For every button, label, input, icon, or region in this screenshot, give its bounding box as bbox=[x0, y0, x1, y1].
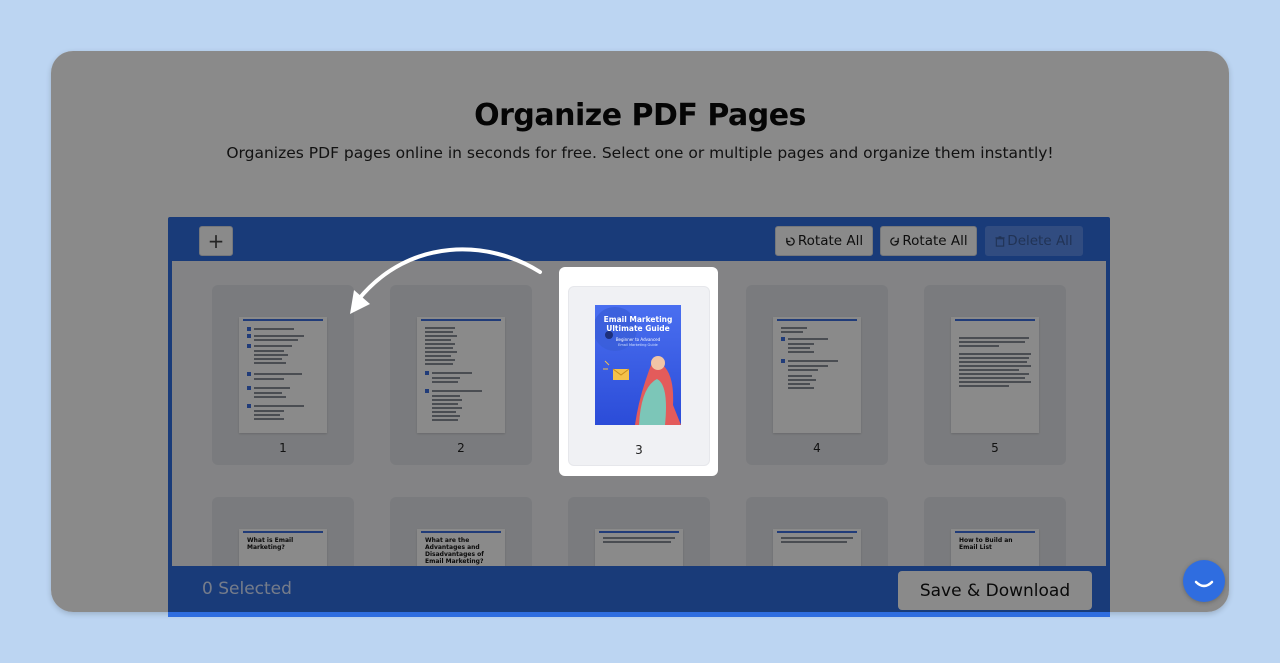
cover-subtitle: Beginner to Advanced bbox=[615, 337, 661, 342]
page-thumbnail: How to Build an Email List bbox=[951, 529, 1039, 566]
selected-count: 0 Selected bbox=[202, 579, 292, 599]
page-tile-4[interactable]: 4 bbox=[746, 285, 888, 465]
page-number: 2 bbox=[457, 441, 465, 455]
page-subtitle: Organizes PDF pages online in seconds fo… bbox=[226, 144, 1054, 162]
page-thumbnail: What is Email Marketing? bbox=[239, 529, 327, 566]
page-tile-10[interactable]: How to Build an Email List bbox=[924, 497, 1066, 566]
rotate-right-icon bbox=[890, 236, 900, 246]
page-tile-5[interactable]: 5 bbox=[924, 285, 1066, 465]
dragged-page-highlight[interactable]: Email Marketing Ultimate Guide Beginner … bbox=[559, 267, 718, 476]
cover-page-thumbnail: Email Marketing Ultimate Guide Beginner … bbox=[595, 305, 681, 425]
rotate-all-left-button[interactable]: Rotate All bbox=[775, 226, 873, 256]
page-tile-6[interactable]: What is Email Marketing? bbox=[212, 497, 354, 566]
page-tile-7[interactable]: What are the Advantages and Disadvantage… bbox=[390, 497, 532, 566]
page-thumbnail bbox=[951, 317, 1039, 433]
cover-tagline: Email Marketing Guide bbox=[618, 343, 658, 347]
page-number: 4 bbox=[813, 441, 821, 455]
delete-all-label: Delete All bbox=[1007, 233, 1073, 249]
trash-icon bbox=[995, 235, 1005, 247]
page-thumbnail bbox=[417, 317, 505, 433]
cover-title: Email Marketing Ultimate Guide bbox=[603, 315, 673, 333]
page-thumbnail bbox=[239, 317, 327, 433]
smile-icon bbox=[1194, 580, 1214, 588]
page-heading: What is Email Marketing? bbox=[247, 537, 294, 551]
page-heading: What are the Advantages and Disadvantage… bbox=[425, 537, 484, 565]
page-number: 3 bbox=[635, 443, 643, 457]
page-number: 5 bbox=[991, 441, 999, 455]
rotate-all-right-label: Rotate All bbox=[902, 233, 968, 249]
page-thumbnail: What are the Advantages and Disadvantage… bbox=[417, 529, 505, 566]
plus-icon: + bbox=[207, 229, 225, 253]
page-title: Organize PDF Pages bbox=[474, 98, 806, 133]
rotate-all-left-label: Rotate All bbox=[797, 233, 864, 249]
page-number: 1 bbox=[279, 441, 287, 455]
page-tile-1[interactable]: 1 bbox=[212, 285, 354, 465]
add-file-button[interactable]: + bbox=[199, 226, 233, 256]
page-heading: How to Build an Email List bbox=[959, 537, 1013, 551]
page-tile-2[interactable]: 2 bbox=[390, 285, 532, 465]
save-download-button[interactable]: Save & Download bbox=[898, 571, 1092, 610]
rotate-left-icon bbox=[786, 236, 795, 246]
page-thumbnail bbox=[773, 317, 861, 433]
rotate-all-right-button[interactable]: Rotate All bbox=[880, 226, 977, 256]
page-tile-8[interactable] bbox=[568, 497, 710, 566]
page-thumbnail bbox=[595, 529, 683, 566]
page-thumbnail bbox=[773, 529, 861, 566]
chat-widget-button[interactable] bbox=[1183, 560, 1225, 602]
delete-all-button[interactable]: Delete All bbox=[985, 226, 1083, 256]
page-tile-9[interactable] bbox=[746, 497, 888, 566]
